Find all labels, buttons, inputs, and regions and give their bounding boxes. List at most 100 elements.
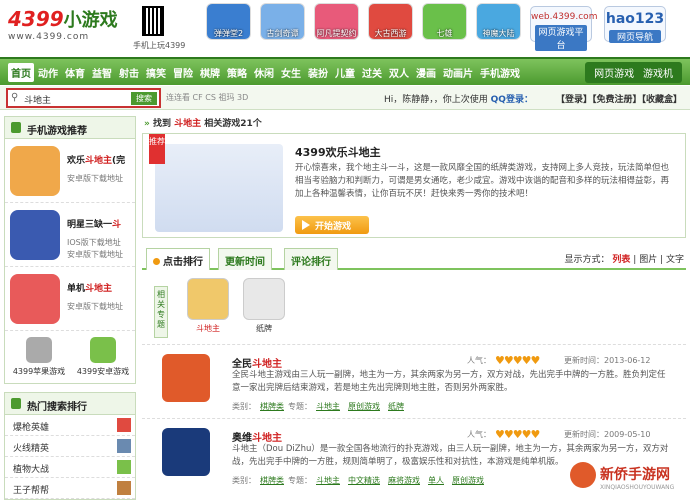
tab-comment-rank[interactable]: 评论排行 xyxy=(284,248,338,270)
mobile-game-item[interactable]: 单机斗地主 安卓版下载地址 xyxy=(5,267,135,331)
android-icon xyxy=(90,337,116,363)
nav-item-1[interactable]: 动作 xyxy=(35,63,61,82)
header-game-3[interactable]: 大古西游 xyxy=(368,3,413,40)
nav-item-9[interactable]: 休闲 xyxy=(251,63,277,82)
header-game-5[interactable]: 神魔大陆 xyxy=(476,3,521,40)
header-game-1[interactable]: 古剑奇谭 xyxy=(260,3,305,40)
game-label: 阿凡提契约 xyxy=(316,29,357,38)
qq-login-link[interactable]: QQ登录： xyxy=(491,95,533,105)
view-text[interactable]: 文字 xyxy=(666,255,684,265)
nav-item-15[interactable]: 漫画 xyxy=(413,63,439,82)
related-topics: 相关专题 斗地主 纸牌 xyxy=(142,270,686,344)
site-logo[interactable]: 4399小游戏 www.4399.com xyxy=(8,6,118,42)
popularity-label: 人气： xyxy=(467,356,491,365)
hao123-button[interactable]: hao123 网页导航 xyxy=(604,6,666,43)
result-topic-link[interactable]: 原创游戏 xyxy=(452,476,484,485)
mobile-game-thumb xyxy=(10,274,60,324)
featured-title[interactable]: 4399欢乐斗地主 xyxy=(295,144,381,160)
nav-item-10[interactable]: 女生 xyxy=(278,63,304,82)
featured-game: 推荐 4399欢乐斗地主 开心惊喜来，我个地主斗一斗，这是一款风靡全国的纸牌类游… xyxy=(142,133,686,238)
mobile-game-download[interactable]: 安卓版下载地址 xyxy=(67,301,123,313)
nav-item-2[interactable]: 体育 xyxy=(62,63,88,82)
nav-item-4[interactable]: 射击 xyxy=(116,63,142,82)
hot-search-item[interactable]: 植物大战 xyxy=(5,457,135,478)
apple-icon xyxy=(26,337,52,363)
apple-games-link[interactable]: 4399苹果游戏 xyxy=(9,337,69,377)
result-topic-link[interactable]: 麻将游戏 xyxy=(388,476,420,485)
hot-search-item[interactable]: 王子帮帮 xyxy=(5,478,135,499)
account-links[interactable]: 【登录】【免费注册】【收藏盒】 xyxy=(556,92,682,105)
nav-item-8[interactable]: 策略 xyxy=(224,63,250,82)
header-game-4[interactable]: 七雄 xyxy=(422,3,467,40)
phone-icon xyxy=(11,122,21,133)
featured-game-art[interactable] xyxy=(155,144,283,232)
watermark-logo-icon xyxy=(570,462,596,488)
logo-text: 小游戏 xyxy=(63,10,118,31)
result-topic-link[interactable]: 原创游戏 xyxy=(348,402,380,411)
game-label: 七雄 xyxy=(436,29,453,38)
tab-update-time[interactable]: 更新时间 xyxy=(218,248,272,270)
result-thumb[interactable] xyxy=(162,354,210,402)
mobile-game-thumb xyxy=(10,146,60,196)
nav-item-5[interactable]: 搞笑 xyxy=(143,63,169,82)
featured-desc: 开心惊喜来，我个地主斗一斗，这是一款风靡全国的纸牌类游戏，支持网上多人竞技，玩法… xyxy=(295,163,670,199)
hot-search-item[interactable]: 火线精英 xyxy=(5,436,135,457)
nav-item-12[interactable]: 儿童 xyxy=(332,63,358,82)
android-games-link[interactable]: 4399安卓游戏 xyxy=(73,337,133,377)
related-topic-cards[interactable]: 纸牌 xyxy=(240,278,288,334)
start-game-button[interactable]: 开始游戏 xyxy=(295,216,369,234)
result-topic-link[interactable]: 中文精选 xyxy=(348,476,380,485)
nav-item-13[interactable]: 过关 xyxy=(359,63,385,82)
related-label: 相关专题 xyxy=(154,286,168,338)
mobile-game-download[interactable]: 安卓版下载地址 xyxy=(67,173,123,185)
popularity-hearts: ♥♥♥♥♥ xyxy=(495,428,540,441)
nav-consoles[interactable]: 游戏机 xyxy=(643,69,673,80)
result-thumb[interactable] xyxy=(162,428,210,476)
nav-items: 首页 动作 体育 益智 射击 搞笑 冒险 棋牌 策略 休闲 女生 装扮 儿童 过关 双人 漫画 动画片 手机游戏 xyxy=(8,63,524,82)
mobile-game-item[interactable]: 明星三缺一斗 IOS版下载地址 安卓版下载地址 xyxy=(5,203,135,267)
game-label: 大古西游 xyxy=(374,29,407,38)
related-topic-doudizhu[interactable]: 斗地主 xyxy=(184,278,232,334)
nav-item-16[interactable]: 动画片 xyxy=(440,63,476,82)
hot-search-item[interactable]: 爆枪英雄 xyxy=(5,415,135,436)
result-topic-link[interactable]: 纸牌 xyxy=(388,402,404,411)
header-game-2[interactable]: 阿凡提契约 xyxy=(314,3,359,40)
result-topic-link[interactable]: 斗地主 xyxy=(316,402,340,411)
mobile-game-name: 欢乐斗地主(完 xyxy=(67,156,126,166)
result-name[interactable]: 全民斗地主 xyxy=(232,355,282,370)
site-watermark: 新侨手游网 XINQIAOSHOUYOUWANG xyxy=(570,462,682,494)
nav-item-0[interactable]: 首页 xyxy=(8,63,34,82)
nav-web-games[interactable]: 网页游戏 xyxy=(594,69,634,80)
header-game-0[interactable]: 弹弹堂2 xyxy=(206,3,251,40)
result-type-link[interactable]: 棋牌类 xyxy=(260,402,284,411)
nav-item-7[interactable]: 棋牌 xyxy=(197,63,223,82)
nav-item-11[interactable]: 装扮 xyxy=(305,63,331,82)
popularity-label: 人气： xyxy=(467,430,491,439)
qr-code-icon[interactable] xyxy=(142,6,164,36)
mobile-game-download[interactable]: IOS版下载地址 安卓版下载地址 xyxy=(67,237,123,261)
tab-click-rank[interactable]: 点击排行 xyxy=(146,248,210,270)
result-tags: 类别： 棋牌类 专题： 斗地主 中文精选 麻将游戏 单人 原创游戏 xyxy=(232,476,484,485)
nav-item-3[interactable]: 益智 xyxy=(89,63,115,82)
result-topic-link[interactable]: 单人 xyxy=(428,476,444,485)
result-name[interactable]: 奥维斗地主 xyxy=(232,429,282,444)
result-type-link[interactable]: 棋牌类 xyxy=(260,476,284,485)
web-4399-button[interactable]: web.4399.com 网页游戏平台 xyxy=(530,6,597,51)
view-list[interactable]: 列表 xyxy=(612,255,630,265)
search-input[interactable]: 斗地主 xyxy=(24,93,51,106)
platform-links: 4399苹果游戏 4399安卓游戏 xyxy=(5,331,135,383)
nav-item-6[interactable]: 冒险 xyxy=(170,63,196,82)
qr-label: 手机上玩4399 xyxy=(133,41,186,50)
hot-keywords[interactable]: 连连看 CF CS 祖玛 3D xyxy=(166,92,248,103)
nav-item-17[interactable]: 手机游戏 xyxy=(477,63,523,82)
result-topic-link[interactable]: 斗地主 xyxy=(316,476,340,485)
search-button[interactable]: 搜索 xyxy=(131,92,157,105)
search-rank-icon xyxy=(11,398,21,409)
main-content: » 找到 斗地主 相关游戏21个 推荐 4399欢乐斗地主 开心惊喜来，我个地主… xyxy=(142,112,686,500)
result-tags: 类别： 棋牌类 专题： 斗地主 原创游戏 纸牌 xyxy=(232,402,404,411)
main-nav: 首页 动作 体育 益智 射击 搞笑 冒险 棋牌 策略 休闲 女生 装扮 儿童 过关 双人 漫画 动画片 手机游戏 … xyxy=(0,57,690,85)
play-icon xyxy=(302,220,310,230)
nav-item-14[interactable]: 双人 xyxy=(386,63,412,82)
mobile-game-item[interactable]: 欢乐斗地主(完 安卓版下载地址 xyxy=(5,139,135,203)
view-pic[interactable]: 图片 xyxy=(639,255,657,265)
